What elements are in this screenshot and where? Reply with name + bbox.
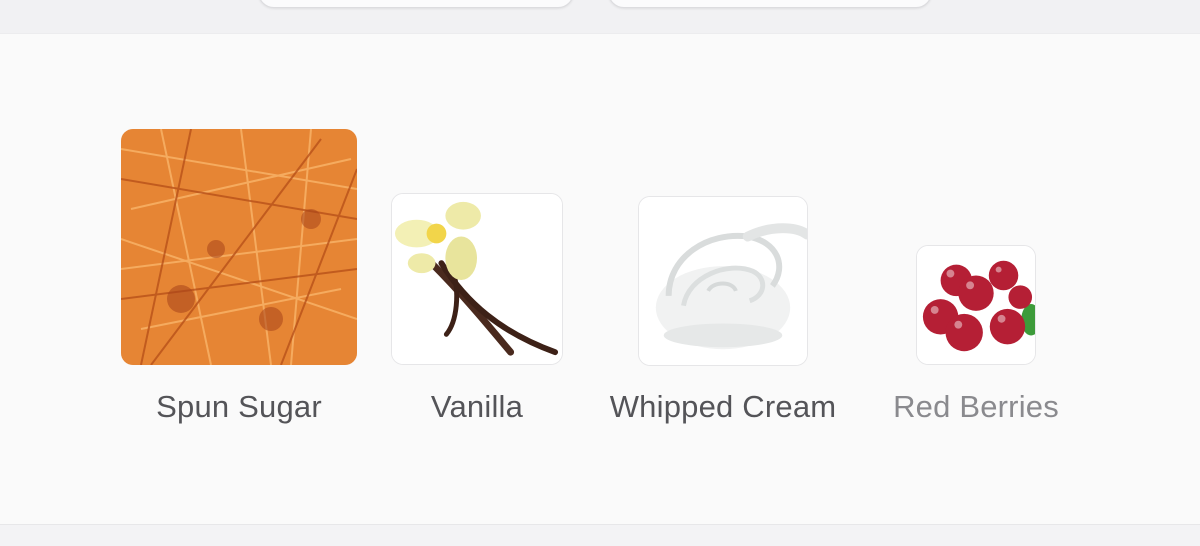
vanilla-graphic	[392, 194, 562, 364]
note-label-spun-sugar: Spun Sugar	[156, 389, 322, 424]
toolbar-button-left[interactable]	[258, 0, 574, 8]
bottom-strip	[0, 525, 1200, 546]
red-berries-image[interactable]	[916, 245, 1036, 365]
note-label-red-berries: Red Berries	[893, 389, 1059, 424]
whipped-cream-graphic	[639, 197, 807, 365]
vanilla-image[interactable]	[391, 193, 563, 365]
note-label-vanilla: Vanilla	[430, 389, 524, 424]
note-label-whipped-cream: Whipped Cream	[609, 389, 837, 424]
whipped-cream-image[interactable]	[638, 196, 808, 366]
toolbar-button-right[interactable]	[608, 0, 932, 8]
top-toolbar	[0, 0, 1200, 33]
spun-sugar-image[interactable]	[121, 129, 357, 365]
spun-sugar-graphic	[121, 129, 357, 365]
red-berries-graphic	[917, 246, 1035, 364]
